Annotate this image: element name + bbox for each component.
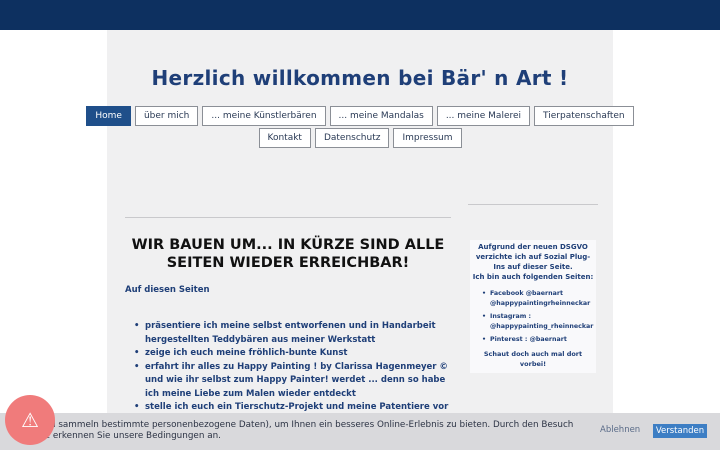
main-nav-row-2: Kontakt Datenschutz Impressum xyxy=(107,128,613,148)
content-list: präsentiere ich meine selbst entworfenen… xyxy=(125,320,451,415)
social-link-pinterest: Pinterest : @baernart xyxy=(482,335,594,345)
decline-button[interactable]: Ablehnen xyxy=(600,425,640,435)
social-links-list: Facebook @baernart @happypaintingrheinne… xyxy=(472,289,594,345)
nav-ueber-mich[interactable]: über mich xyxy=(134,106,199,126)
site-title: Herzlich willkommen bei Bär' n Art ! xyxy=(151,66,569,90)
list-item: zeige ich euch meine fröhlich-bunte Kuns… xyxy=(134,347,451,361)
nav-datenschutz[interactable]: Datenschutz xyxy=(314,128,390,148)
nav-kontakt[interactable]: Kontakt xyxy=(258,128,311,148)
nav-mandalas[interactable]: ... meine Mandalas xyxy=(329,106,433,126)
main-content: WIR BAUEN UM... IN KÜRZE SIND ALLE SEITE… xyxy=(125,236,451,415)
social-link-facebook: Facebook @baernart @happypaintingrheinne… xyxy=(482,289,594,309)
nav-home[interactable]: Home xyxy=(86,106,131,126)
nav-impressum[interactable]: Impressum xyxy=(393,128,462,148)
cookie-text: den (und sammeln bestimmte personenbezog… xyxy=(16,420,574,441)
accept-button[interactable]: Verstanden xyxy=(653,424,707,438)
cookie-banner: den (und sammeln bestimmte personenbezog… xyxy=(0,413,720,450)
main-nav-row-1: Home über mich ... meine Künstlerbären .… xyxy=(86,106,634,126)
dsgvo-notice: Aufgrund der neuen DSGVO verzichte ich a… xyxy=(475,243,591,271)
warning-icon[interactable]: ⚠ xyxy=(5,395,55,445)
also-on-heading: Ich bin auch folgenden Seiten: xyxy=(472,273,594,281)
sidebar-closing: Schaut doch auch mal dort vorbei! xyxy=(483,350,583,368)
nav-kuenstlerbaeren[interactable]: ... meine Künstlerbären xyxy=(202,106,326,126)
construction-headline: WIR BAUEN UM... IN KÜRZE SIND ALLE SEITE… xyxy=(131,237,445,271)
intro-text: Auf diesen Seiten xyxy=(125,285,210,295)
sidebar-divider xyxy=(468,204,598,205)
main-divider xyxy=(125,217,451,218)
top-header-bar xyxy=(0,0,720,30)
list-item: erfahrt ihr alles zu Happy Painting ! by… xyxy=(134,361,451,402)
list-item: präsentiere ich meine selbst entworfenen… xyxy=(134,320,451,347)
sidebar: Aufgrund der neuen DSGVO verzichte ich a… xyxy=(470,240,596,373)
nav-malerei[interactable]: ... meine Malerei xyxy=(436,106,531,126)
social-link-instagram: Instagram : @happypainting_rheinneckar xyxy=(482,312,594,332)
nav-tierpatenschaften[interactable]: Tierpatenschaften xyxy=(534,106,634,126)
